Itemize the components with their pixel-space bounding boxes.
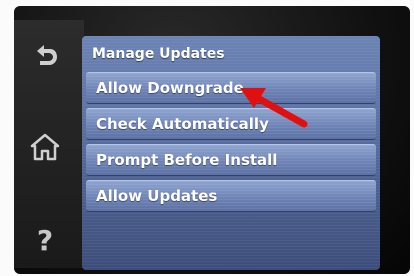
menu-item-allow-downgrade[interactable]: Allow Downgrade xyxy=(86,72,376,104)
menu-list: Allow Downgrade Check Automatically Prom… xyxy=(86,72,376,216)
menu-item-allow-updates[interactable]: Allow Updates xyxy=(86,180,376,212)
red-arrow-annotation xyxy=(232,82,322,132)
svg-text:?: ? xyxy=(37,224,53,256)
help-question-icon[interactable]: ? xyxy=(28,222,62,256)
touch-screen: Manage Updates Allow Downgrade Check Aut… xyxy=(82,36,380,270)
printer-control-panel: ? Manage Updates Allow Downgrade Check A… xyxy=(0,0,414,276)
page-title: Manage Updates xyxy=(92,46,225,62)
menu-item-prompt-before-install[interactable]: Prompt Before Install xyxy=(86,144,376,176)
home-icon[interactable] xyxy=(28,130,62,164)
menu-item-check-automatically[interactable]: Check Automatically xyxy=(86,108,376,140)
back-arrow-icon[interactable] xyxy=(28,40,62,74)
